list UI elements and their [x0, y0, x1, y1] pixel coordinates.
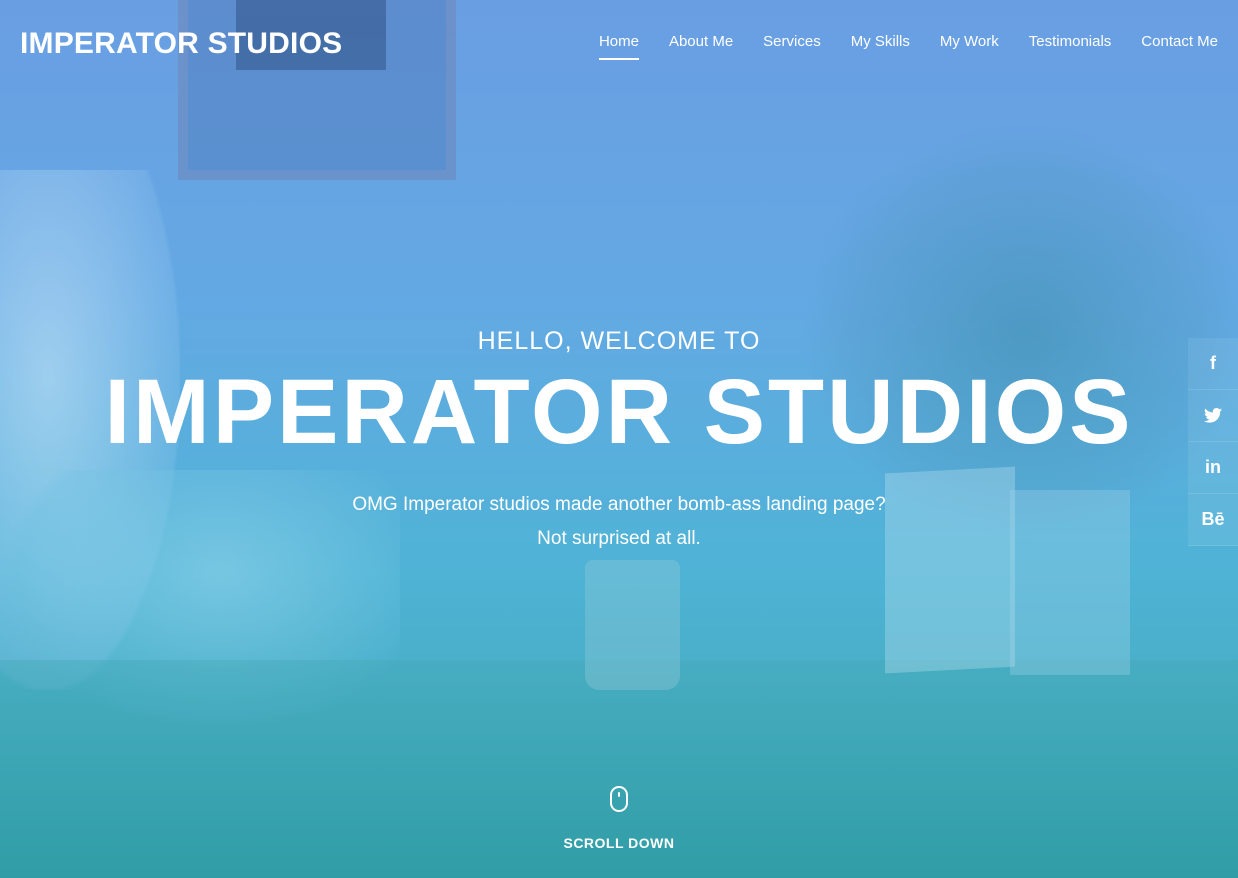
social-sidebar: f in Bē: [1188, 338, 1238, 546]
background-cup: [585, 560, 680, 690]
nav-item-contact-me[interactable]: Contact Me: [1141, 33, 1218, 60]
scroll-down[interactable]: SCROLL DOWN: [0, 786, 1238, 851]
hero-subtitle-line2: Not surprised at all.: [537, 528, 701, 549]
facebook-icon[interactable]: f: [1188, 338, 1238, 390]
hero-title: IMPERATOR STUDIOS: [104, 361, 1134, 463]
hero-subtitle: OMG Imperator studios made another bomb-…: [0, 488, 1238, 556]
twitter-icon[interactable]: [1188, 390, 1238, 442]
nav-item-my-skills[interactable]: My Skills: [851, 33, 910, 60]
behance-icon[interactable]: Bē: [1188, 494, 1238, 546]
brand-logo[interactable]: IMPERATOR STUDIOS: [20, 27, 342, 61]
hero-section: IMPERATOR STUDIOS Home About Me Services…: [0, 0, 1238, 878]
nav-item-services[interactable]: Services: [763, 33, 821, 60]
hero-subtitle-line1: OMG Imperator studios made another bomb-…: [352, 494, 886, 515]
twitter-bird-glyph: [1204, 408, 1222, 423]
nav-item-my-work[interactable]: My Work: [940, 33, 999, 60]
top-navbar: IMPERATOR STUDIOS Home About Me Services…: [0, 0, 1238, 90]
nav-item-home[interactable]: Home: [598, 33, 639, 60]
nav-item-testimonials[interactable]: Testimonials: [1029, 33, 1112, 60]
scroll-down-label: SCROLL DOWN: [563, 835, 675, 851]
hero-kicker: HELLO, WELCOME TO: [477, 327, 761, 355]
main-nav: Home About Me Services My Skills My Work…: [598, 33, 1218, 60]
mouse-icon: [610, 786, 628, 812]
linkedin-icon[interactable]: in: [1188, 442, 1238, 494]
nav-item-about-me[interactable]: About Me: [669, 33, 733, 60]
